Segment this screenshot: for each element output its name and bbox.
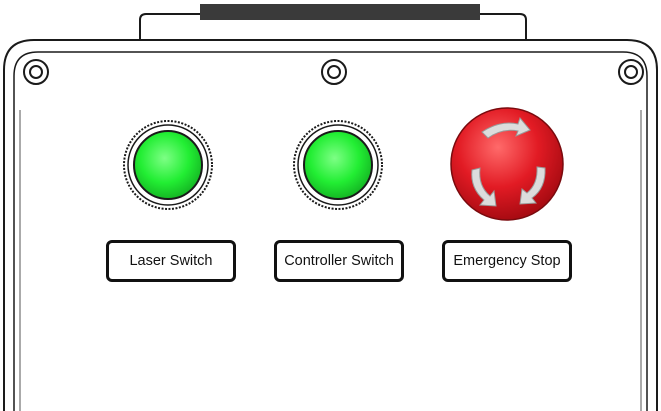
enclosure xyxy=(3,39,658,411)
controller-switch-button[interactable] xyxy=(293,120,383,210)
controller-switch-label: Controller Switch xyxy=(274,240,404,282)
laser-switch-label: Laser Switch xyxy=(106,240,236,282)
top-connector xyxy=(139,4,527,40)
screw-center-icon xyxy=(321,59,347,85)
emergency-stop-label: Emergency Stop xyxy=(442,240,572,282)
laser-switch-button[interactable] xyxy=(123,120,213,210)
screw-right-icon xyxy=(618,59,644,85)
control-panel-drawing xyxy=(3,4,658,411)
screw-left-icon xyxy=(23,59,49,85)
emergency-stop-button[interactable] xyxy=(450,107,564,221)
